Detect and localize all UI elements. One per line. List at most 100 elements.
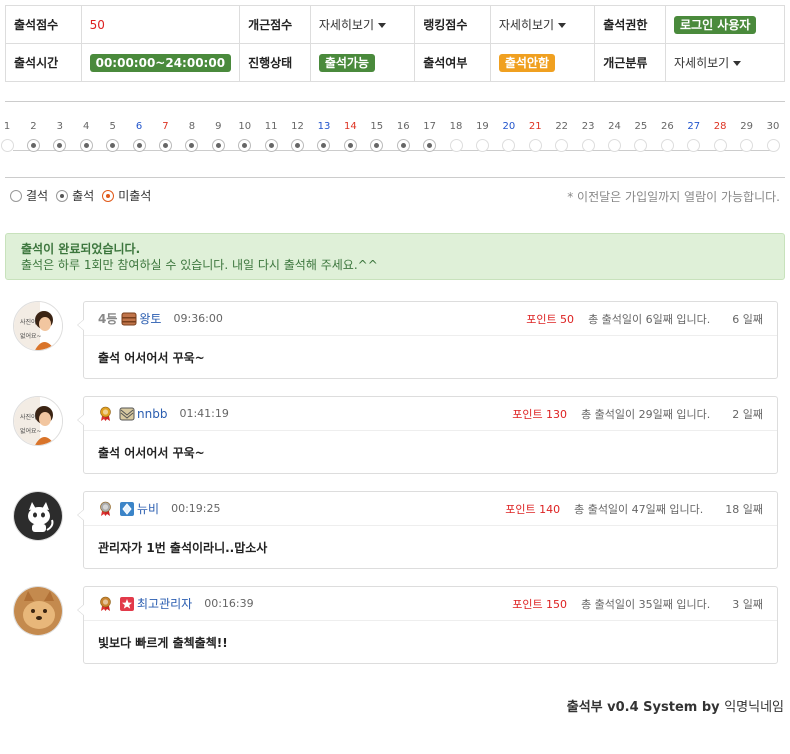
attendance-time: 00:19:25 [171, 502, 221, 515]
comment-box: 최고관리자 00:16:39 포인트 150 총 출석일이 35일째 입니다. 3 일째… [77, 586, 778, 664]
total-days-label: 총 출석일이 35일째 입니다. [581, 597, 711, 611]
ranking-score-label: 랭킹점수 [414, 5, 491, 44]
attended-dot-icon [185, 139, 199, 152]
calendar-day-number: 17 [423, 121, 436, 132]
empty-dot-icon [502, 139, 516, 152]
avatar[interactable] [13, 491, 63, 541]
gold-medal-icon [98, 406, 113, 421]
attended-dot-icon [79, 139, 93, 152]
calendar-day: 26 [657, 118, 677, 152]
nickname-link[interactable]: 최고관리자 [137, 595, 192, 612]
calendar-day-number: 15 [370, 121, 384, 132]
empty-dot-icon [766, 139, 780, 152]
calendar-day: 17 [420, 118, 440, 152]
perfect-class-cell: 자세히보기 [664, 43, 786, 82]
avatar[interactable]: 사진이 없어요~ [13, 301, 63, 351]
success-alert: 출석이 완료되었습니다. 출석은 하루 1회만 참여하실 수 있습니다. 내일 … [5, 233, 785, 280]
calendar-day: 13 [314, 118, 334, 152]
calendar-day-number: 9 [215, 121, 222, 132]
ranking-score-cell: 자세히보기 [489, 5, 596, 44]
avatar[interactable] [13, 586, 63, 636]
calendar-day: 20 [499, 118, 519, 152]
empty-dot-icon [660, 139, 674, 152]
perfect-class-label: 개근분류 [594, 43, 666, 82]
nickname-link[interactable]: 왕토 [139, 310, 161, 327]
comment-box: nnbb 01:41:19 포인트 130 총 출석일이 29일째 입니다. 2 일째 출… [77, 396, 778, 474]
calendar-day-number: 8 [188, 121, 196, 132]
consecutive-days-label: 2 일째 [732, 407, 763, 421]
level-envelope-icon [119, 406, 135, 422]
footer-author[interactable]: 익명닉네임 [724, 700, 784, 715]
level-box-icon [121, 311, 137, 327]
nickname-link[interactable]: nnbb [137, 407, 167, 421]
calendar-day-number: 21 [528, 121, 542, 132]
calendar-day: 28 [710, 118, 730, 152]
attended-dot-icon [106, 139, 120, 152]
attended-dot-icon [396, 139, 410, 152]
calendar-day: 2 [23, 118, 43, 152]
empty-dot-icon [634, 139, 648, 152]
calendar-day-number: 4 [83, 121, 90, 132]
avatar-text: 사진이 [20, 413, 37, 421]
calendar-day: 11 [261, 118, 281, 152]
calendar-day-number: 20 [502, 121, 516, 132]
alert-message: 출석은 하루 1회만 참여하실 수 있습니다. 내일 다시 출석해 주세요.^^ [21, 258, 378, 272]
calendar-day: 19 [472, 118, 492, 152]
empty-dot-icon [581, 139, 595, 152]
legend-note: * 이전달은 가입일까지 열람이 가능합니다. [567, 190, 780, 204]
comment-text: 출석 어서어서 꾸욱~ [98, 446, 205, 460]
time-badge: 00:00:00~24:00:00 [89, 53, 232, 72]
attended-dot-icon [26, 139, 40, 152]
calendar-day-number: 19 [476, 121, 489, 132]
time-cell: 00:00:00~24:00:00 [80, 43, 241, 82]
perfect-class-dropdown[interactable]: 자세히보기 [674, 56, 742, 70]
comment-header: 4등 왕토 09:36:00 포인트 50 총 출석일이 6일째 입니다. 6 일째 [84, 302, 777, 336]
comment-box: 4등 왕토 09:36:00 포인트 50 총 출석일이 6일째 입니다. 6 일째 출석 … [77, 301, 778, 379]
calendar-day-number: 1 [3, 121, 11, 132]
attendance-score-value: 50 [80, 5, 241, 44]
divider [5, 101, 785, 102]
attendance-time: 09:36:00 [173, 312, 223, 325]
status-cell: 출석가능 [309, 43, 416, 82]
calendar-day: 4 [76, 118, 96, 152]
calendar-day-number: 28 [713, 121, 727, 132]
attendance-time: 01:41:19 [179, 407, 229, 420]
empty-dot-icon [0, 139, 14, 152]
level-admin-star-icon [119, 596, 135, 612]
rank-label: 4등 [98, 312, 118, 326]
calendar-day: 29 [737, 118, 757, 152]
comment-box: 뉴비 00:19:25 포인트 140 총 출석일이 47일째 입니다. 18 일째 관리… [77, 491, 778, 569]
calendar-day: 27 [684, 118, 704, 152]
empty-dot-icon [740, 139, 754, 152]
total-days-label: 총 출석일이 6일째 입니다. [588, 312, 711, 326]
perfect-score-dropdown[interactable]: 자세히보기 [319, 18, 387, 32]
empty-dot-icon [475, 139, 489, 152]
attended-dot-icon [343, 139, 357, 152]
attended-dot-icon [423, 139, 437, 152]
gray-dot-circle-icon [56, 189, 69, 202]
avatar[interactable]: 사진이 없어요~ [13, 396, 63, 446]
caret-down-icon [733, 61, 742, 66]
attended-badge: 출석안함 [498, 53, 555, 72]
calendar-day-number: 14 [344, 121, 357, 132]
empty-dot-icon [555, 139, 569, 152]
comment-item: 뉴비 00:19:25 포인트 140 총 출석일이 47일째 입니다. 18 일째 관리… [5, 491, 785, 571]
ranking-score-dropdown[interactable]: 자세히보기 [499, 18, 567, 32]
attended-dot-icon [238, 139, 252, 152]
total-days-label: 총 출석일이 47일째 입니다. [574, 502, 704, 516]
attended-label: 출석여부 [414, 43, 491, 82]
nickname-link[interactable]: 뉴비 [137, 500, 159, 517]
empty-dot-icon [687, 139, 701, 152]
comment-text: 빛보다 빠르게 출첵출첵!! [98, 636, 228, 650]
calendar-day: 12 [288, 118, 308, 152]
legend-absent-label: 결석 [26, 189, 49, 203]
comment-header: 최고관리자 00:16:39 포인트 150 총 출석일이 35일째 입니다. 3 일째 [84, 587, 777, 621]
calendar-legend: 결석 출석 미출석 [10, 187, 159, 204]
consecutive-days-label: 18 일째 [725, 502, 763, 516]
attended-dot-icon [211, 139, 225, 152]
calendar-day-number: 25 [634, 121, 648, 132]
points-label: 포인트 150 [512, 597, 568, 611]
calendar-day: 21 [525, 118, 545, 152]
comment-item: 사진이 없어요~ nnbb 01:41:19 포인트 130 총 출석일이 29일째 입니… [5, 396, 785, 476]
attendance-info-table: 출석점수 50 개근점수 자세히보기 랭킹점수 자세히보기 출석권한 로그인 사… [5, 5, 786, 82]
